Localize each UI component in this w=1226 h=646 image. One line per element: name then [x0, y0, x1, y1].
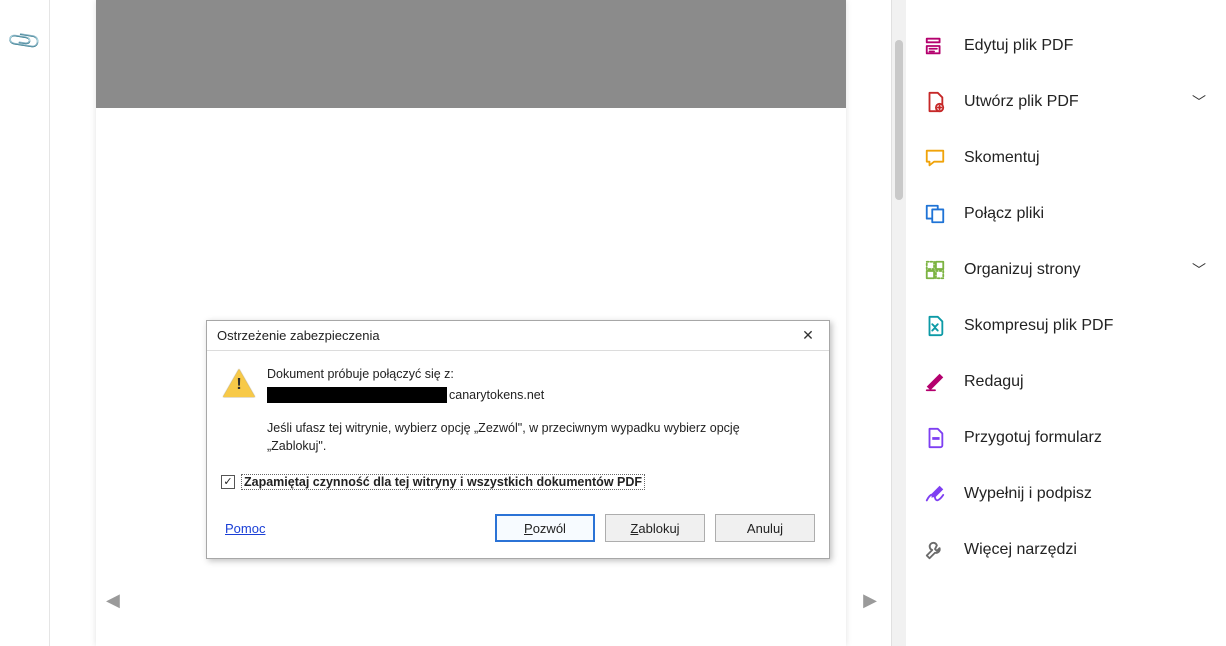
dialog-title: Ostrzeżenie zabezpieczenia: [217, 328, 793, 343]
tools-sidebar: Edytuj plik PDFUtwórz plik PDF﹀Skomentuj…: [906, 0, 1226, 646]
sidebar-item-label: Redaguj: [964, 373, 1206, 391]
sidebar-item-label: Przygotuj formularz: [964, 429, 1206, 447]
sidebar-item-label: Utwórz plik PDF: [964, 93, 1192, 111]
sidebar-item-combine-files[interactable]: Połącz pliki: [906, 186, 1226, 242]
sidebar-item-edit-pdf[interactable]: Edytuj plik PDF: [906, 18, 1226, 74]
fill-sign-icon: [922, 481, 948, 507]
sidebar-item-create-pdf[interactable]: Utwórz plik PDF﹀: [906, 74, 1226, 130]
security-warning-dialog: Ostrzeżenie zabezpieczenia ✕ ! Dokument …: [206, 320, 830, 559]
scrollbar[interactable]: [892, 0, 906, 646]
redact-icon: [922, 369, 948, 395]
block-button[interactable]: Zablokuj: [605, 514, 705, 542]
page-prev-arrow[interactable]: ◀: [106, 590, 120, 611]
sidebar-item-label: Połącz pliki: [964, 205, 1206, 223]
edit-pdf-icon: [922, 33, 948, 59]
close-icon[interactable]: ✕: [793, 323, 823, 349]
document-area: ◀ ▶ Ostrzeżenie zabezpieczenia ✕ ! Dokum…: [50, 0, 891, 646]
combine-files-icon: [922, 201, 948, 227]
sidebar-item-label: Skomentuj: [964, 149, 1206, 167]
sidebar-item-label: Edytuj plik PDF: [964, 37, 1206, 55]
dialog-message-body: Jeśli ufasz tej witrynie, wybierz opcję …: [267, 419, 787, 457]
dialog-message-intro: Dokument próbuje połączyć się z:: [267, 365, 815, 384]
sidebar-item-comment[interactable]: Skomentuj: [906, 130, 1226, 186]
dialog-url-suffix: canarytokens.net: [449, 388, 544, 402]
sidebar-item-label: Organizuj strony: [964, 261, 1192, 279]
compress-pdf-icon: [922, 313, 948, 339]
remember-checkbox-label[interactable]: Zapamiętaj czynność dla tej witryny i ws…: [241, 474, 645, 490]
more-tools-icon: [922, 537, 948, 563]
prepare-form-icon: [922, 425, 948, 451]
sidebar-item-organize-pages[interactable]: Organizuj strony﹀: [906, 242, 1226, 298]
attachment-icon[interactable]: 📎: [6, 22, 44, 60]
warning-icon: !: [221, 367, 257, 399]
left-gutter: 📎: [0, 0, 50, 646]
create-pdf-icon: [922, 89, 948, 115]
cancel-button[interactable]: Anuluj: [715, 514, 815, 542]
comment-icon: [922, 145, 948, 171]
page-next-arrow[interactable]: ▶: [863, 590, 877, 611]
sidebar-item-fill-sign[interactable]: Wypełnij i podpisz: [906, 466, 1226, 522]
dialog-titlebar: Ostrzeżenie zabezpieczenia ✕: [207, 321, 829, 351]
sidebar-item-compress-pdf[interactable]: Skompresuj plik PDF: [906, 298, 1226, 354]
dialog-url: canarytokens.net: [267, 386, 815, 405]
help-link[interactable]: Pomoc: [225, 521, 265, 536]
sidebar-item-label: Skompresuj plik PDF: [964, 317, 1206, 335]
redacted-url-prefix: [267, 387, 447, 403]
chevron-down-icon: ﹀: [1192, 92, 1206, 112]
allow-button[interactable]: Pozwól: [495, 514, 595, 542]
sidebar-item-redact[interactable]: Redaguj: [906, 354, 1226, 410]
sidebar-item-prepare-form[interactable]: Przygotuj formularz: [906, 410, 1226, 466]
remember-checkbox[interactable]: ✓: [221, 475, 235, 489]
chevron-down-icon: ﹀: [1192, 260, 1206, 280]
document-gray-region: [96, 0, 846, 108]
sidebar-item-label: Więcej narzędzi: [964, 541, 1206, 559]
sidebar-item-label: Wypełnij i podpisz: [964, 485, 1206, 503]
organize-pages-icon: [922, 257, 948, 283]
sidebar-item-more-tools[interactable]: Więcej narzędzi: [906, 522, 1226, 578]
